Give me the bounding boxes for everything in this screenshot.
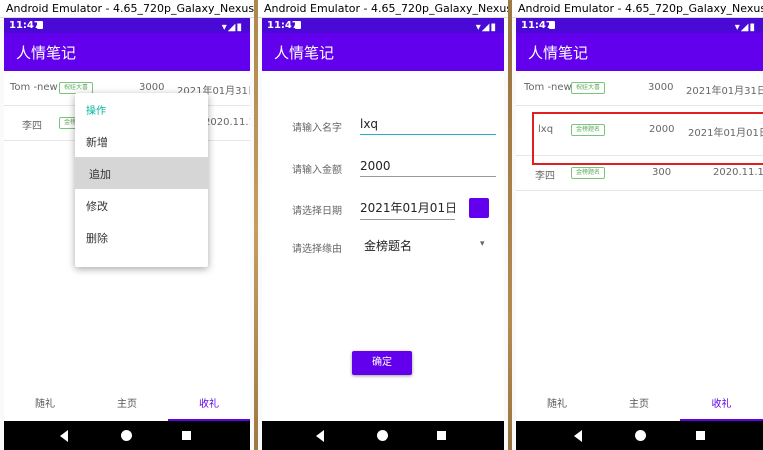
date-field[interactable]: 2021年01月01日 <box>360 199 455 220</box>
home-icon[interactable] <box>377 430 388 441</box>
back-icon[interactable] <box>60 430 68 442</box>
back-icon[interactable] <box>316 430 324 442</box>
menu-item-label: 新增 <box>86 136 108 149</box>
record-name: 李四 <box>22 121 42 132</box>
app-bar: 人情笔记 <box>4 33 250 71</box>
tab-receive-gift[interactable]: 收礼 <box>168 389 250 421</box>
app-title: 人情笔记 <box>16 44 77 62</box>
app-bar: 人情笔记 <box>262 33 504 71</box>
menu-item-add[interactable]: 新增 <box>75 125 208 157</box>
bottom-navigation: 随礼 主页 收礼 <box>516 389 763 421</box>
record-tag: 金榜题名 <box>571 167 606 179</box>
system-navigation-bar <box>516 421 763 450</box>
emulator-window-title: Android Emulator - 4.65_720p_Galaxy_Nexu… <box>512 0 763 18</box>
recent-apps-icon[interactable] <box>437 431 446 440</box>
system-navigation-bar <box>4 421 250 450</box>
highlight-box <box>532 112 763 165</box>
menu-item-append[interactable]: 追加 <box>75 157 208 189</box>
back-icon[interactable] <box>574 430 582 442</box>
tab-give-gift[interactable]: 随礼 <box>516 389 598 421</box>
recent-apps-icon[interactable] <box>696 431 705 440</box>
status-bar: 11:47 ▾◢▮ <box>262 18 504 33</box>
record-name: Tom -new <box>10 82 58 93</box>
record-amount: 3000 <box>648 82 674 93</box>
record-name: 李四 <box>535 171 555 182</box>
amount-input[interactable] <box>360 156 496 177</box>
name-label: 请输入名字 <box>292 123 342 134</box>
emulator-window-2: Android Emulator - 4.65_720p_Galaxy_Nexu… <box>258 0 508 450</box>
status-bar: 11:47 ▾◢▮ <box>516 18 763 33</box>
reason-label: 请选择缘由 <box>292 244 342 255</box>
color-picker-button[interactable] <box>469 198 489 218</box>
emulator-window-3: Android Emulator - 4.65_720p_Galaxy_Nexu… <box>512 0 763 450</box>
menu-item-label: 追加 <box>89 168 111 181</box>
reason-select[interactable]: 金榜题名 <box>364 237 412 254</box>
record-date: 2020.11.11 <box>713 167 763 178</box>
status-bar: 11:47 ▾◢▮ <box>4 18 250 33</box>
amount-label: 请输入金额 <box>292 165 342 176</box>
emulator-window-1: Android Emulator - 4.65_720p_Galaxy_Nexu… <box>0 0 254 450</box>
home-icon[interactable] <box>635 430 646 441</box>
phone-screen: 11:47 ▾◢▮ 人情笔记 Tom -new 祝娃大喜 3000 2021年0… <box>516 18 763 450</box>
record-amount: 300 <box>652 167 672 178</box>
record-name: Tom -new <box>524 82 572 93</box>
record-amount: 3000 <box>139 82 165 93</box>
system-navigation-bar <box>262 421 504 450</box>
context-menu: 操作 新增 追加 修改 删除 <box>75 93 208 267</box>
confirm-button[interactable]: 确定 <box>352 351 412 375</box>
app-title: 人情笔记 <box>274 44 335 62</box>
menu-item-delete[interactable]: 删除 <box>75 221 208 253</box>
menu-item-label: 修改 <box>86 200 108 213</box>
sim-icon <box>549 21 555 29</box>
home-icon[interactable] <box>121 430 132 441</box>
sim-icon <box>37 21 43 29</box>
app-title: 人情笔记 <box>528 44 589 62</box>
dropdown-arrow-icon[interactable]: ▾ <box>480 239 485 249</box>
sim-icon <box>295 21 301 29</box>
tab-give-gift[interactable]: 随礼 <box>4 389 86 421</box>
record-form: 请输入名字 请输入金额 请选择日期 2021年01月01日 请选择缘由 金榜题名… <box>262 71 504 421</box>
emulator-window-title: Android Emulator - 4.65_720p_Galaxy_Nexu… <box>0 0 254 18</box>
tab-home[interactable]: 主页 <box>86 389 168 421</box>
bottom-navigation: 随礼 主页 收礼 <box>4 389 250 421</box>
phone-screen: 11:47 ▾◢▮ 人情笔记 请输入名字 请输入金额 请选择日期 2021年01… <box>262 18 504 450</box>
name-input[interactable] <box>360 114 496 135</box>
recent-apps-icon[interactable] <box>182 431 191 440</box>
record-tag: 祝娃大喜 <box>571 82 606 94</box>
record-date: 2020.11.11 <box>204 117 250 128</box>
menu-item-edit[interactable]: 修改 <box>75 189 208 221</box>
record-date: 2021年01月31日 <box>686 86 763 97</box>
list-item[interactable]: Tom -new 祝娃大喜 3000 2021年01月31日 <box>516 71 763 106</box>
date-label: 请选择日期 <box>292 206 342 217</box>
record-list: Tom -new 祝娃大喜 3000 2021年01月31日 李四 金榜题名 2… <box>4 71 250 389</box>
context-menu-header: 操作 <box>75 93 208 125</box>
tab-home[interactable]: 主页 <box>598 389 680 421</box>
context-menu-header-label: 操作 <box>86 106 106 117</box>
menu-item-label: 删除 <box>86 232 108 245</box>
app-bar: 人情笔记 <box>516 33 763 71</box>
phone-screen: 11:47 ▾◢▮ 人情笔记 Tom -new 祝娃大喜 3000 2021年0… <box>4 18 250 450</box>
emulator-window-title: Android Emulator - 4.65_720p_Galaxy_Nexu… <box>258 0 508 18</box>
tab-receive-gift[interactable]: 收礼 <box>680 389 763 421</box>
